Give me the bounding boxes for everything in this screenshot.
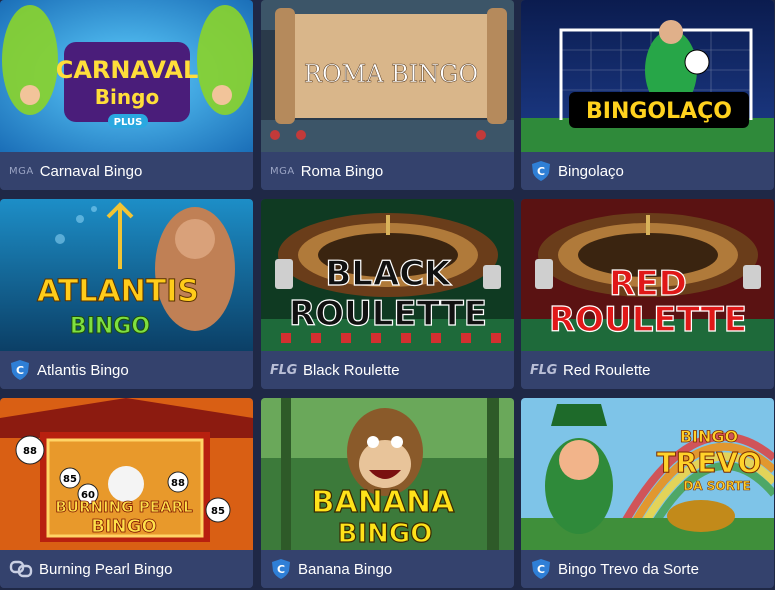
- game-thumbnail[interactable]: BINGO TREVO DA SORTE: [521, 398, 774, 550]
- game-card-burning-pearl-bingo[interactable]: 88 85 60 88 85 BURNING PEARL BINGO Burni…: [0, 398, 253, 588]
- flg-provider-icon: FLG: [270, 362, 297, 378]
- game-title: Atlantis Bingo: [37, 361, 129, 379]
- game-card-banana-bingo[interactable]: BANANA BINGO C Banana Bingo: [261, 398, 514, 588]
- game-caption[interactable]: C Bingolaço: [521, 152, 774, 190]
- game-title: Bingolaço: [558, 162, 624, 180]
- art-title: BINGO: [680, 427, 738, 446]
- game-caption[interactable]: C Banana Bingo: [261, 550, 514, 588]
- art-subtitle: BINGO: [70, 314, 150, 339]
- art-title: ATLANTIS: [37, 274, 199, 309]
- game-card-atlantis-bingo[interactable]: ATLANTIS BINGO C Atlantis Bingo: [0, 199, 253, 389]
- game-card-bingo-trevo-da-sorte[interactable]: BINGO TREVO DA SORTE C Bingo Trevo da So…: [521, 398, 774, 588]
- art-subtitle: ROULETTE: [549, 300, 747, 340]
- ball-label: 88: [23, 446, 37, 457]
- art-tag: PLUS: [114, 117, 143, 128]
- art-title: BLACK: [325, 254, 452, 294]
- game-card-carnaval-bingo[interactable]: CARNAVAL Bingo PLUS MGA Carnaval Bingo: [0, 0, 253, 190]
- shield-c-provider-icon: C: [9, 359, 31, 381]
- svg-text:C: C: [537, 165, 545, 178]
- game-thumbnail[interactable]: CARNAVAL Bingo PLUS: [0, 0, 253, 152]
- game-title: Banana Bingo: [298, 560, 393, 578]
- art-title: BANANA: [312, 485, 456, 520]
- game-caption[interactable]: MGA Carnaval Bingo: [0, 152, 253, 190]
- game-thumbnail[interactable]: 88 85 60 88 85 BURNING PEARL BINGO: [0, 398, 253, 550]
- game-grid: CARNAVAL Bingo PLUS MGA Carnaval Bingo R…: [0, 0, 775, 590]
- game-title: Burning Pearl Bingo: [39, 560, 173, 578]
- game-title: Carnaval Bingo: [39, 162, 143, 180]
- art-subtitle: BINGO: [338, 519, 433, 549]
- game-caption[interactable]: FLG Black Roulette: [261, 351, 514, 389]
- art-tagline: DA SORTE: [683, 479, 750, 493]
- art-subtitle: ROULETTE: [289, 294, 487, 334]
- game-title: Bingo Trevo da Sorte: [558, 560, 699, 578]
- art-title: RED: [609, 264, 687, 304]
- mga-provider-icon: MGA: [9, 165, 34, 177]
- game-caption[interactable]: Burning Pearl Bingo: [0, 550, 253, 588]
- art-title: CARNAVAL: [56, 56, 199, 84]
- svg-text:C: C: [537, 563, 545, 576]
- ball-label: 85: [211, 506, 225, 517]
- game-title: Red Roulette: [562, 361, 651, 379]
- game-title: Black Roulette: [302, 361, 400, 379]
- ball-label: 88: [171, 478, 185, 489]
- shield-c-provider-icon: C: [530, 160, 552, 182]
- game-thumbnail[interactable]: BLACK ROULETTE: [261, 199, 514, 351]
- art-subtitle: Bingo: [95, 85, 159, 109]
- art-subtitle: BINGO: [91, 516, 157, 537]
- shield-c-provider-icon: C: [530, 558, 552, 580]
- game-thumbnail[interactable]: ROMA BINGO: [261, 0, 514, 152]
- flg-provider-icon: FLG: [530, 362, 557, 378]
- mga-provider-icon: MGA: [270, 165, 295, 177]
- art-title: ROMA BINGO: [304, 60, 478, 88]
- game-thumbnail[interactable]: RED ROULETTE: [521, 199, 774, 351]
- game-caption[interactable]: C Bingo Trevo da Sorte: [521, 550, 774, 588]
- link-provider-icon: [9, 559, 33, 579]
- game-caption[interactable]: FLG Red Roulette: [521, 351, 774, 389]
- shield-c-provider-icon: C: [270, 558, 292, 580]
- art-title: BINGOLAÇO: [586, 99, 732, 124]
- game-caption[interactable]: MGA Roma Bingo: [261, 152, 514, 190]
- art-subtitle: TREVO: [657, 446, 762, 479]
- svg-text:C: C: [277, 563, 285, 576]
- svg-text:C: C: [16, 364, 24, 377]
- game-card-roma-bingo[interactable]: ROMA BINGO MGA Roma Bingo: [261, 0, 514, 190]
- game-thumbnail[interactable]: ATLANTIS BINGO: [0, 199, 253, 351]
- game-title: Roma Bingo: [300, 162, 384, 180]
- ball-label: 85: [63, 474, 77, 485]
- game-thumbnail[interactable]: BINGOLAÇO: [521, 0, 774, 152]
- game-caption[interactable]: C Atlantis Bingo: [0, 351, 253, 389]
- game-card-red-roulette[interactable]: RED ROULETTE FLG Red Roulette: [521, 199, 774, 389]
- game-thumbnail[interactable]: BANANA BINGO: [261, 398, 514, 550]
- art-title: BURNING PEARL: [55, 498, 193, 516]
- game-card-bingolaco[interactable]: BINGOLAÇO C Bingolaço: [521, 0, 774, 190]
- game-card-black-roulette[interactable]: BLACK ROULETTE FLG Black Roulette: [261, 199, 514, 389]
